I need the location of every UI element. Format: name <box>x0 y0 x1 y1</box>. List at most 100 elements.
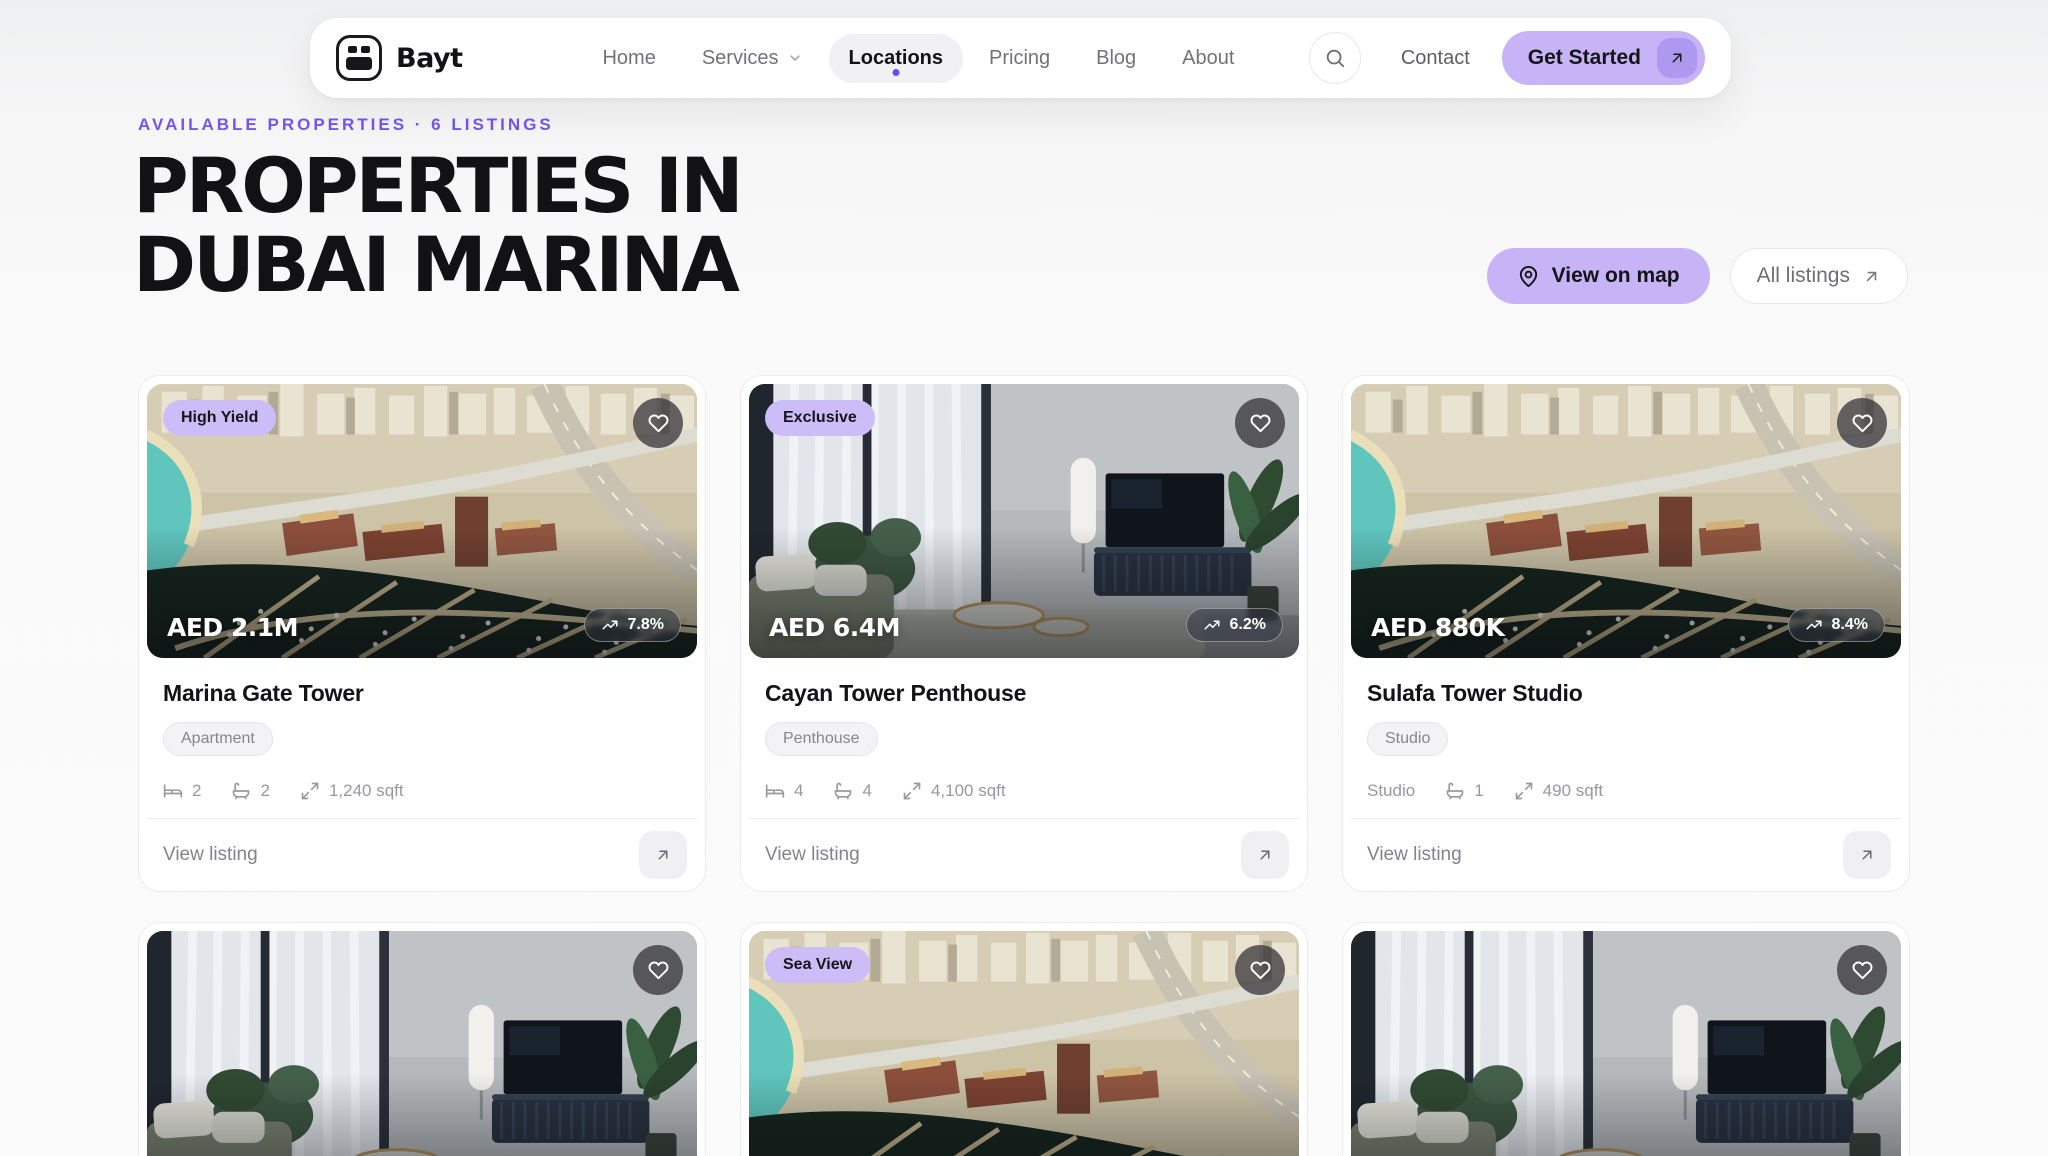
favorite-button[interactable] <box>633 945 683 995</box>
spec-bathrooms: 4 <box>833 781 871 801</box>
spec-area: 490 sqft <box>1514 781 1604 801</box>
yield-badge: 8.4% <box>1788 608 1885 642</box>
image-gradient-overlay <box>1351 931 1901 1156</box>
heart-icon <box>1851 412 1874 435</box>
cta-arrow-badge <box>1657 38 1697 78</box>
bath-icon <box>1445 781 1465 801</box>
spec-bedrooms: 2 <box>163 781 201 801</box>
property-specs: 4 4 4,100 sqft <box>765 781 1283 801</box>
view-on-map-button[interactable]: View on map <box>1487 248 1710 304</box>
image-gradient-overlay <box>147 931 697 1156</box>
card-body: Marina Gate Tower Apartment 2 2 1,240 sq… <box>147 658 697 801</box>
property-specs: Studio 1 490 sqft <box>1367 781 1885 801</box>
favorite-button[interactable] <box>1837 945 1887 995</box>
property-card: AED 880K 8.4% Sulafa Tower Studio Studio… <box>1342 375 1910 892</box>
favorite-button[interactable] <box>1235 398 1285 448</box>
status-badge: High Yield <box>163 400 276 436</box>
spec-bedrooms: 4 <box>765 781 803 801</box>
nav-item-blog[interactable]: Blog <box>1076 34 1156 83</box>
favorite-button[interactable] <box>1235 945 1285 995</box>
nav-links: Home Services Locations Pricing Blog Abo… <box>582 34 1254 83</box>
price-label: AED 880K <box>1371 613 1504 642</box>
property-card: Exclusive AED 6.4M 6.2% Cayan Tower Pent… <box>740 375 1308 892</box>
hero-actions: View on map All listings <box>1487 248 1908 304</box>
spec-bathrooms: 2 <box>231 781 269 801</box>
property-image: Sea View <box>749 931 1299 1156</box>
search-icon <box>1324 47 1346 69</box>
spec-bathrooms: 1 <box>1445 781 1483 801</box>
page-title: PROPERTIES IN DUBAI MARINA <box>133 146 741 304</box>
property-image <box>1351 931 1901 1156</box>
view-listing-link[interactable]: View listing <box>147 818 697 891</box>
property-type-tag: Studio <box>1367 722 1448 756</box>
arrow-up-right-icon <box>654 846 672 864</box>
nav-item-about[interactable]: About <box>1162 34 1254 83</box>
expand-icon <box>300 781 320 801</box>
nav-item-pricing[interactable]: Pricing <box>969 34 1070 83</box>
price-label: AED 6.4M <box>769 613 900 642</box>
expand-icon <box>1514 781 1534 801</box>
status-badge: Sea View <box>765 947 870 983</box>
property-title: Cayan Tower Penthouse <box>765 680 1283 707</box>
page-title-line2: DUBAI MARINA <box>133 220 737 309</box>
property-card: High Yield AED 2.1M 7.8% Marina Gate Tow… <box>138 375 706 892</box>
property-image <box>147 931 697 1156</box>
view-listing-arrow-button[interactable] <box>1843 831 1891 879</box>
property-grid: High Yield AED 2.1M 7.8% Marina Gate Tow… <box>138 375 1910 1156</box>
favorite-button[interactable] <box>1837 398 1887 448</box>
bath-icon <box>833 781 853 801</box>
trending-up-icon <box>1805 616 1823 634</box>
trending-up-icon <box>601 616 619 634</box>
arrow-up-right-icon <box>1668 49 1686 67</box>
bath-icon <box>231 781 251 801</box>
status-badge: Exclusive <box>765 400 875 436</box>
favorite-button[interactable] <box>633 398 683 448</box>
property-image: Exclusive AED 6.4M 6.2% <box>749 384 1299 658</box>
nav-item-services[interactable]: Services <box>682 34 823 83</box>
property-type-tag: Penthouse <box>765 722 878 756</box>
eyebrow-label: AVAILABLE PROPERTIES · 6 LISTINGS <box>138 115 554 135</box>
map-pin-icon <box>1517 265 1540 288</box>
chevron-down-icon <box>787 50 803 66</box>
get-started-button[interactable]: Get Started <box>1502 31 1705 85</box>
heart-icon <box>647 959 670 982</box>
heart-icon <box>1249 412 1272 435</box>
building-card-icon <box>336 35 382 81</box>
nav-item-contact[interactable]: Contact <box>1381 34 1490 83</box>
price-label: AED 2.1M <box>167 613 298 642</box>
search-button[interactable] <box>1309 32 1361 84</box>
yield-badge: 7.8% <box>584 608 681 642</box>
get-started-label: Get Started <box>1528 46 1641 70</box>
bed-icon <box>163 781 183 801</box>
nav-item-home[interactable]: Home <box>582 34 675 83</box>
spec-type: Studio <box>1367 781 1415 801</box>
view-listing-arrow-button[interactable] <box>1241 831 1289 879</box>
property-type-tag: Apartment <box>163 722 273 756</box>
bed-icon <box>765 781 785 801</box>
arrow-up-right-icon <box>1256 846 1274 864</box>
card-body: Sulafa Tower Studio Studio Studio 1 490 … <box>1351 658 1901 801</box>
arrow-up-right-icon <box>1858 846 1876 864</box>
property-title: Marina Gate Tower <box>163 680 681 707</box>
page-title-line1: PROPERTIES IN <box>133 141 741 230</box>
trending-up-icon <box>1203 616 1221 634</box>
property-card <box>1342 922 1910 1156</box>
heart-icon <box>647 412 670 435</box>
nav-item-locations[interactable]: Locations <box>829 34 963 83</box>
all-listings-button[interactable]: All listings <box>1730 248 1908 304</box>
property-image: AED 880K 8.4% <box>1351 384 1901 658</box>
expand-icon <box>902 781 922 801</box>
property-specs: 2 2 1,240 sqft <box>163 781 681 801</box>
property-card <box>138 922 706 1156</box>
brand-name: Bayt <box>396 43 462 74</box>
property-image: High Yield AED 2.1M 7.8% <box>147 384 697 658</box>
navbar: Bayt Home Services Locations Pricing Blo… <box>310 18 1731 98</box>
view-listing-link[interactable]: View listing <box>1351 818 1901 891</box>
card-body: Cayan Tower Penthouse Penthouse 4 4 4,10… <box>749 658 1299 801</box>
view-listing-link[interactable]: View listing <box>749 818 1299 891</box>
property-card: Sea View <box>740 922 1308 1156</box>
spec-area: 1,240 sqft <box>300 781 404 801</box>
view-listing-arrow-button[interactable] <box>639 831 687 879</box>
brand-logo[interactable]: Bayt <box>336 35 462 81</box>
yield-badge: 6.2% <box>1186 608 1283 642</box>
